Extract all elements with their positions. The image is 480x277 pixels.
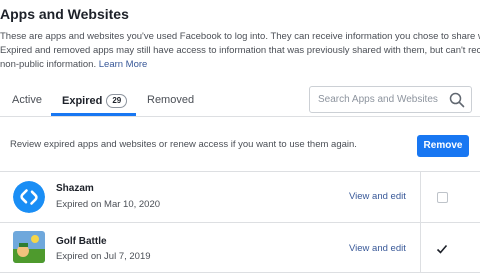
- tab-expired-label: Expired: [62, 95, 103, 107]
- view-and-edit-link[interactable]: View and edit: [349, 191, 406, 202]
- tabs-divider: [0, 116, 480, 117]
- app-name: Shazam: [56, 183, 94, 194]
- checkmark-icon[interactable]: [435, 242, 449, 256]
- tab-removed[interactable]: Removed: [147, 94, 194, 106]
- tab-expired[interactable]: Expired 29: [62, 94, 128, 108]
- remove-button[interactable]: Remove: [417, 135, 469, 157]
- expired-count-badge: 29: [106, 94, 128, 108]
- description-line-1: These are apps and websites you've used …: [0, 31, 480, 42]
- list-bottom-divider: [0, 272, 480, 273]
- list-top-divider: [0, 171, 480, 172]
- select-checkbox[interactable]: [437, 192, 448, 203]
- review-notice: Review expired apps and websites or rene…: [10, 139, 357, 150]
- app-status: Expired on Mar 10, 2020: [56, 199, 161, 210]
- search-icon[interactable]: [449, 92, 465, 108]
- description-line-3: non-public information. Learn More: [0, 58, 480, 72]
- golf-battle-icon: [13, 231, 45, 263]
- tab-active[interactable]: Active: [12, 94, 42, 106]
- app-name: Golf Battle: [56, 236, 107, 247]
- search-box[interactable]: Search Apps and Websites: [309, 86, 472, 113]
- page-description: These are apps and websites you've used …: [0, 30, 480, 72]
- row-divider: [0, 222, 480, 223]
- page-title: Apps and Websites: [0, 6, 129, 22]
- shazam-logo-icon: [13, 181, 45, 213]
- description-text: non-public information.: [0, 59, 97, 70]
- view-and-edit-link[interactable]: View and edit: [349, 243, 406, 254]
- column-divider: [420, 171, 421, 272]
- app-status: Expired on Jul 7, 2019: [56, 251, 151, 262]
- learn-more-link[interactable]: Learn More: [99, 59, 148, 70]
- search-input[interactable]: Search Apps and Websites: [318, 94, 438, 105]
- description-line-2: Expired and removed apps may still have …: [0, 45, 480, 56]
